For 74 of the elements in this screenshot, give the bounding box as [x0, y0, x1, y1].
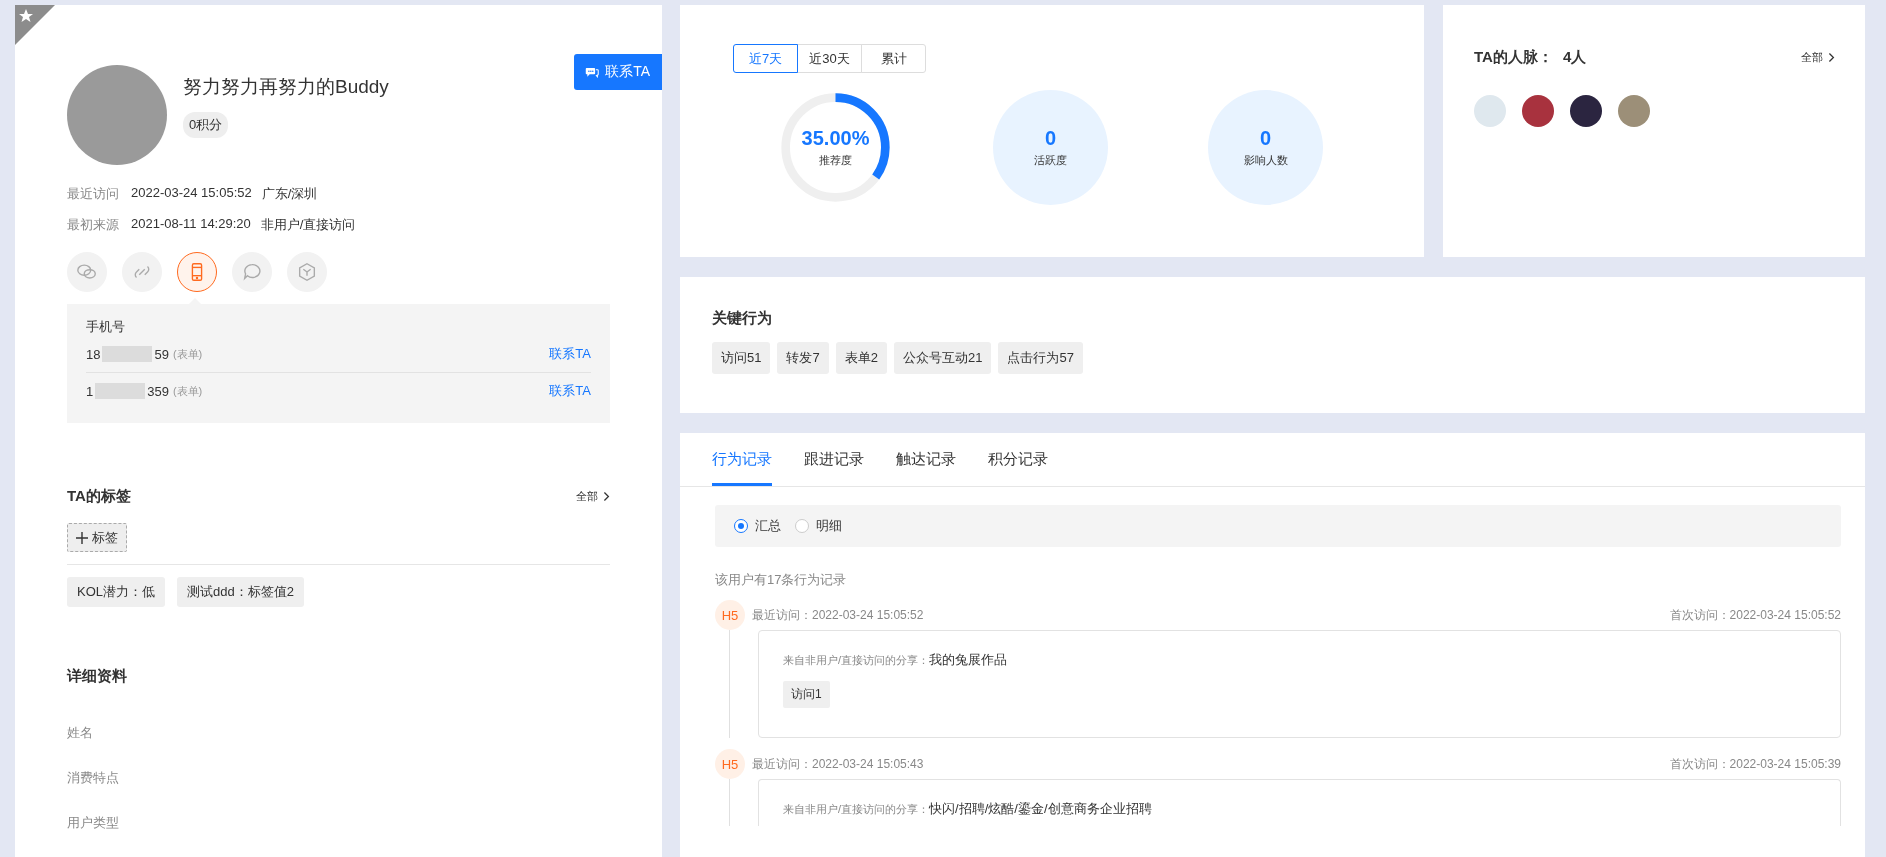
user-name: 努力努力再努力的Buddy — [183, 75, 390, 99]
phone-number: 359 — [147, 383, 169, 399]
radio-option[interactable]: 明细 — [795, 517, 842, 535]
field-label: 消费特点 — [67, 769, 120, 787]
h5-badge: H5 — [715, 600, 745, 630]
redaction-block — [95, 383, 146, 399]
metric-value: 0 — [1258, 127, 1273, 150]
contact-link[interactable]: 联系TA — [549, 345, 591, 363]
tag-chip: 测试ddd：标签值2 — [177, 577, 304, 607]
view-all-link[interactable]: 全部 — [576, 489, 610, 504]
action-chip: 点击行为57 — [998, 342, 1083, 374]
plus-icon — [76, 531, 88, 544]
action-chip: 转发7 — [777, 342, 829, 374]
action-chip: 公众号互动21 — [893, 342, 992, 374]
record-tab[interactable]: 积分记录 — [988, 433, 1048, 486]
action-chip: 表单2 — [835, 342, 887, 374]
tag-chip: KOL潜力：低 — [67, 577, 165, 607]
source-label: (表单) — [172, 346, 204, 362]
phone-number: 18 — [86, 346, 101, 362]
action-chip: 访问51 — [712, 342, 771, 374]
metric-value: 35.00% — [801, 127, 870, 150]
section-title: TA的标签 — [67, 487, 131, 506]
add-tag-button[interactable]: 标签 — [67, 523, 127, 552]
info-value: 2022-03-24 15:05:52 — [131, 185, 252, 202]
view-all-link[interactable]: 全部 — [1801, 50, 1835, 65]
record-tab[interactable]: 跟进记录 — [804, 433, 864, 486]
hexagon-icon — [296, 261, 318, 283]
contact-avatar[interactable] — [1522, 95, 1554, 127]
source-label: 来自非用户/直接访问的分享： — [783, 803, 930, 817]
source-title: 快闪/招聘/炫酷/鎏金/创意商务企业招聘 — [929, 800, 1152, 818]
source-label: 来自非用户/直接访问的分享： — [783, 654, 930, 668]
info-label: 最近访问 — [67, 185, 120, 203]
record-tab[interactable]: 触达记录 — [896, 433, 956, 486]
metric-label: 推荐度 — [818, 153, 853, 168]
section-title: 关键行为 — [712, 309, 773, 328]
record-count: 该用户有17条行为记录 — [715, 571, 848, 589]
first-visit-time: 首次访问：2022-03-24 15:05:52 — [1669, 606, 1841, 624]
network-count: 4人 — [1562, 48, 1587, 67]
info-label: 最初来源 — [67, 216, 120, 234]
phone-number: 59 — [154, 346, 169, 362]
points-badge: 0积分 — [183, 112, 229, 138]
metric-value: 0 — [1043, 127, 1058, 150]
network-title: TA的人脉： — [1474, 48, 1553, 67]
h5-badge: H5 — [715, 749, 745, 779]
info-value: 2021-08-11 14:29:20 — [131, 216, 251, 233]
chat-bubble-icon — [241, 261, 263, 283]
channel-tab[interactable] — [177, 252, 217, 292]
contact-avatar[interactable] — [1570, 95, 1602, 127]
info-value: 广东/深圳 — [261, 185, 318, 203]
last-visit-time: 最近访问：2022-03-24 15:05:52 — [752, 606, 924, 624]
radio-option[interactable]: 汇总 — [734, 517, 781, 535]
field-label: 姓名 — [67, 724, 94, 742]
info-value: 非用户/直接访问 — [260, 216, 356, 234]
range-tab[interactable]: 近30天 — [797, 44, 862, 73]
section-title: 详细资料 — [67, 667, 128, 686]
chat-icon — [584, 65, 601, 79]
record-tab[interactable]: 行为记录 — [712, 433, 772, 486]
metric-label: 活跃度 — [1034, 153, 1067, 168]
panel-title: 手机号 — [86, 318, 126, 336]
source-title: 我的兔展作品 — [929, 651, 1008, 669]
source-label: (表单) — [172, 383, 204, 399]
contact-button[interactable]: 联系TA — [574, 54, 662, 90]
last-visit-time: 最近访问：2022-03-24 15:05:43 — [752, 755, 924, 773]
metric-label: 影响人数 — [1243, 153, 1288, 168]
first-visit-time: 首次访问：2022-03-24 15:05:39 — [1669, 755, 1841, 773]
range-tab[interactable]: 累计 — [861, 44, 926, 73]
contact-link[interactable]: 联系TA — [549, 382, 591, 400]
redaction-block — [102, 346, 153, 362]
action-chip: 访问1 — [783, 681, 830, 708]
chevron-right-icon — [1827, 52, 1835, 63]
field-label: 用户类型 — [67, 814, 120, 832]
phone-number: 1 — [86, 383, 94, 399]
chevron-right-icon — [602, 491, 610, 502]
range-tab[interactable]: 近7天 — [733, 44, 798, 73]
